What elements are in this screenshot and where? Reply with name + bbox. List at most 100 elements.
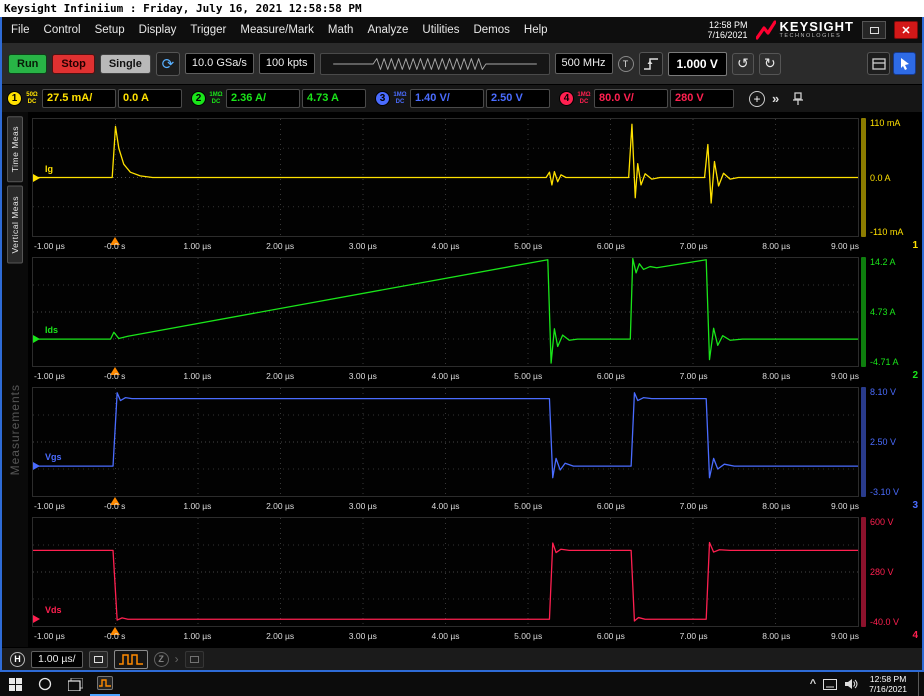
start-button[interactable] xyxy=(0,672,30,696)
y-tick-top: 110 mA xyxy=(870,118,900,128)
plot-area-vgs[interactable]: Vgs xyxy=(32,387,859,497)
channel-2-scale-field[interactable]: 2.36 A/ xyxy=(226,89,300,108)
channel-2-badge[interactable]: 2 xyxy=(191,91,206,106)
x-axis-label: -0.0 s xyxy=(104,501,125,511)
expand-channels-button[interactable]: » xyxy=(768,91,783,106)
menu-item-help[interactable]: Help xyxy=(517,20,555,40)
plot-area-ids[interactable]: Ids xyxy=(32,257,859,367)
x-axis-label: 1.00 µs xyxy=(183,631,211,641)
ground-marker-ch2[interactable] xyxy=(33,335,40,343)
menu-item-utilities[interactable]: Utilities xyxy=(415,20,466,40)
keyboard-icon[interactable] xyxy=(823,679,837,690)
menu-item-control[interactable]: Control xyxy=(37,20,88,40)
bandwidth-field[interactable]: 500 MHz xyxy=(555,53,613,74)
x-axis-label: 1.00 µs xyxy=(183,371,211,381)
minimize-button[interactable] xyxy=(862,21,886,39)
x-axis-label: 3.00 µs xyxy=(349,501,377,511)
menu-item-math[interactable]: Math xyxy=(321,20,361,40)
menu-item-file[interactable]: File xyxy=(4,20,37,40)
taskbar-clock[interactable]: 12:58 PM 7/16/2021 xyxy=(865,674,911,694)
redo-button[interactable]: ↻ xyxy=(759,53,781,75)
memory-depth-field[interactable]: 100 kpts xyxy=(259,53,315,74)
windows-taskbar: ^ 12:58 PM 7/16/2021 xyxy=(0,672,924,696)
toolbar-right-group xyxy=(867,52,916,75)
y-tick-mid: 0.0 A xyxy=(870,173,891,183)
show-desktop-button[interactable] xyxy=(918,672,922,696)
waveform-grid: Ig 110 mA 0.0 A -110 mA -1.00 µs-0.0 s1.… xyxy=(28,112,922,647)
pin-button[interactable] xyxy=(792,92,804,106)
toolbar: Run Stop Single ⟳ 10.0 GSa/s 100 kpts 50… xyxy=(2,43,922,85)
ground-marker-ch4[interactable] xyxy=(33,615,40,623)
trigger-badge[interactable]: T xyxy=(618,56,634,72)
ground-marker-ch3[interactable] xyxy=(33,462,40,470)
display-mode-button[interactable] xyxy=(89,651,108,668)
window-layout-button[interactable] xyxy=(867,52,890,75)
pointer-mode-button[interactable] xyxy=(893,52,916,75)
channel-3-coupling-mode: DC xyxy=(392,99,408,106)
tab-time-meas[interactable]: Time Meas xyxy=(7,116,23,182)
app-clock-date: 7/16/2021 xyxy=(707,30,747,40)
zoom-badge[interactable]: Z xyxy=(154,652,169,667)
horizontal-badge[interactable]: H xyxy=(10,652,25,667)
system-tray: ^ 12:58 PM 7/16/2021 xyxy=(810,672,924,696)
channel-1-offset-field[interactable]: 0.0 A xyxy=(118,89,182,108)
y-axis-ch4: 600 V 280 V -40.0 V xyxy=(868,517,922,627)
infiniium-app-taskbar-button[interactable] xyxy=(90,672,120,696)
channel-1-badge[interactable]: 1 xyxy=(7,91,22,106)
speaker-icon[interactable] xyxy=(844,678,858,690)
menu-item-trigger[interactable]: Trigger xyxy=(183,20,233,40)
keysight-spark-icon xyxy=(756,20,776,40)
trigger-edge-button[interactable] xyxy=(639,52,663,76)
menu-item-analyze[interactable]: Analyze xyxy=(360,20,415,40)
channel-1-coupling-mode: DC xyxy=(24,99,40,106)
channel-4-offset-field[interactable]: 280 V xyxy=(670,89,734,108)
ground-marker-ch1[interactable] xyxy=(33,174,40,182)
channel-2-offset-field[interactable]: 4.73 A xyxy=(302,89,366,108)
close-button[interactable]: ✕ xyxy=(894,21,918,39)
x-axis-label: 4.00 µs xyxy=(431,631,459,641)
y-tick-mid: 2.50 V xyxy=(870,437,896,447)
channel-4-badge[interactable]: 4 xyxy=(559,91,574,106)
x-axis-label: 7.00 µs xyxy=(680,371,708,381)
trigger-level-field[interactable]: 1.000 V xyxy=(668,52,727,76)
x-axis-label: 2.00 µs xyxy=(266,631,294,641)
add-waveform-button[interactable]: + xyxy=(749,91,765,107)
undo-button[interactable]: ↺ xyxy=(732,53,754,75)
pulse-waveform-button[interactable] xyxy=(114,650,148,669)
brand-tagline: TECHNOLOGIES xyxy=(780,33,854,40)
window-titlebar[interactable]: Keysight Infiniium : Friday, July 16, 20… xyxy=(0,0,924,17)
clear-display-button[interactable]: ⟳ xyxy=(156,52,180,76)
undo-icon: ↺ xyxy=(737,55,749,72)
search-button[interactable] xyxy=(30,672,60,696)
timebase-scale-field[interactable]: 1.00 µs/ xyxy=(31,651,83,668)
menu-item-setup[interactable]: Setup xyxy=(88,20,132,40)
dock-button[interactable] xyxy=(185,651,204,668)
menu-item-display[interactable]: Display xyxy=(132,20,184,40)
x-axis-label: 9.00 µs xyxy=(831,631,859,641)
sample-rate-field[interactable]: 10.0 GSa/s xyxy=(185,53,254,74)
channel-4-controls: 4 1MΩ DC 80.0 V/ 280 V xyxy=(559,89,734,108)
horizontal-position-widget[interactable] xyxy=(320,53,550,75)
waveform-panel-ids: Ids 14.2 A 4.73 A -4.71 A -1.00 µs-0.0 s… xyxy=(28,257,922,383)
stop-button[interactable]: Stop xyxy=(52,54,94,74)
channel-3-scale-field[interactable]: 1.40 V/ xyxy=(410,89,484,108)
tab-vertical-meas[interactable]: Vertical Meas xyxy=(7,186,23,264)
infiniium-screen: Keysight Infiniium : Friday, July 16, 20… xyxy=(0,0,924,696)
y-tick-mid: 280 V xyxy=(870,567,894,577)
single-button[interactable]: Single xyxy=(100,54,151,74)
channel-3-offset-field[interactable]: 2.50 V xyxy=(486,89,550,108)
next-icon[interactable]: › xyxy=(175,652,179,666)
run-button[interactable]: Run xyxy=(8,54,47,74)
channel-4-scale-field[interactable]: 80.0 V/ xyxy=(594,89,668,108)
channel-1-scale-field[interactable]: 27.5 mA/ xyxy=(42,89,116,108)
channel-3-badge[interactable]: 3 xyxy=(375,91,390,106)
menu-item-measure-mark[interactable]: Measure/Mark xyxy=(233,20,321,40)
y-axis-ch2: 14.2 A 4.73 A -4.71 A xyxy=(868,257,922,367)
tray-chevron-icon[interactable]: ^ xyxy=(810,678,816,690)
x-axis-label: -1.00 µs xyxy=(34,241,65,251)
plot-area-vds[interactable]: Vds xyxy=(32,517,859,627)
taskbar-clock-date: 7/16/2021 xyxy=(869,684,907,694)
menu-item-demos[interactable]: Demos xyxy=(466,20,516,40)
plot-area-ig[interactable]: Ig xyxy=(32,118,859,237)
task-view-button[interactable] xyxy=(60,672,90,696)
